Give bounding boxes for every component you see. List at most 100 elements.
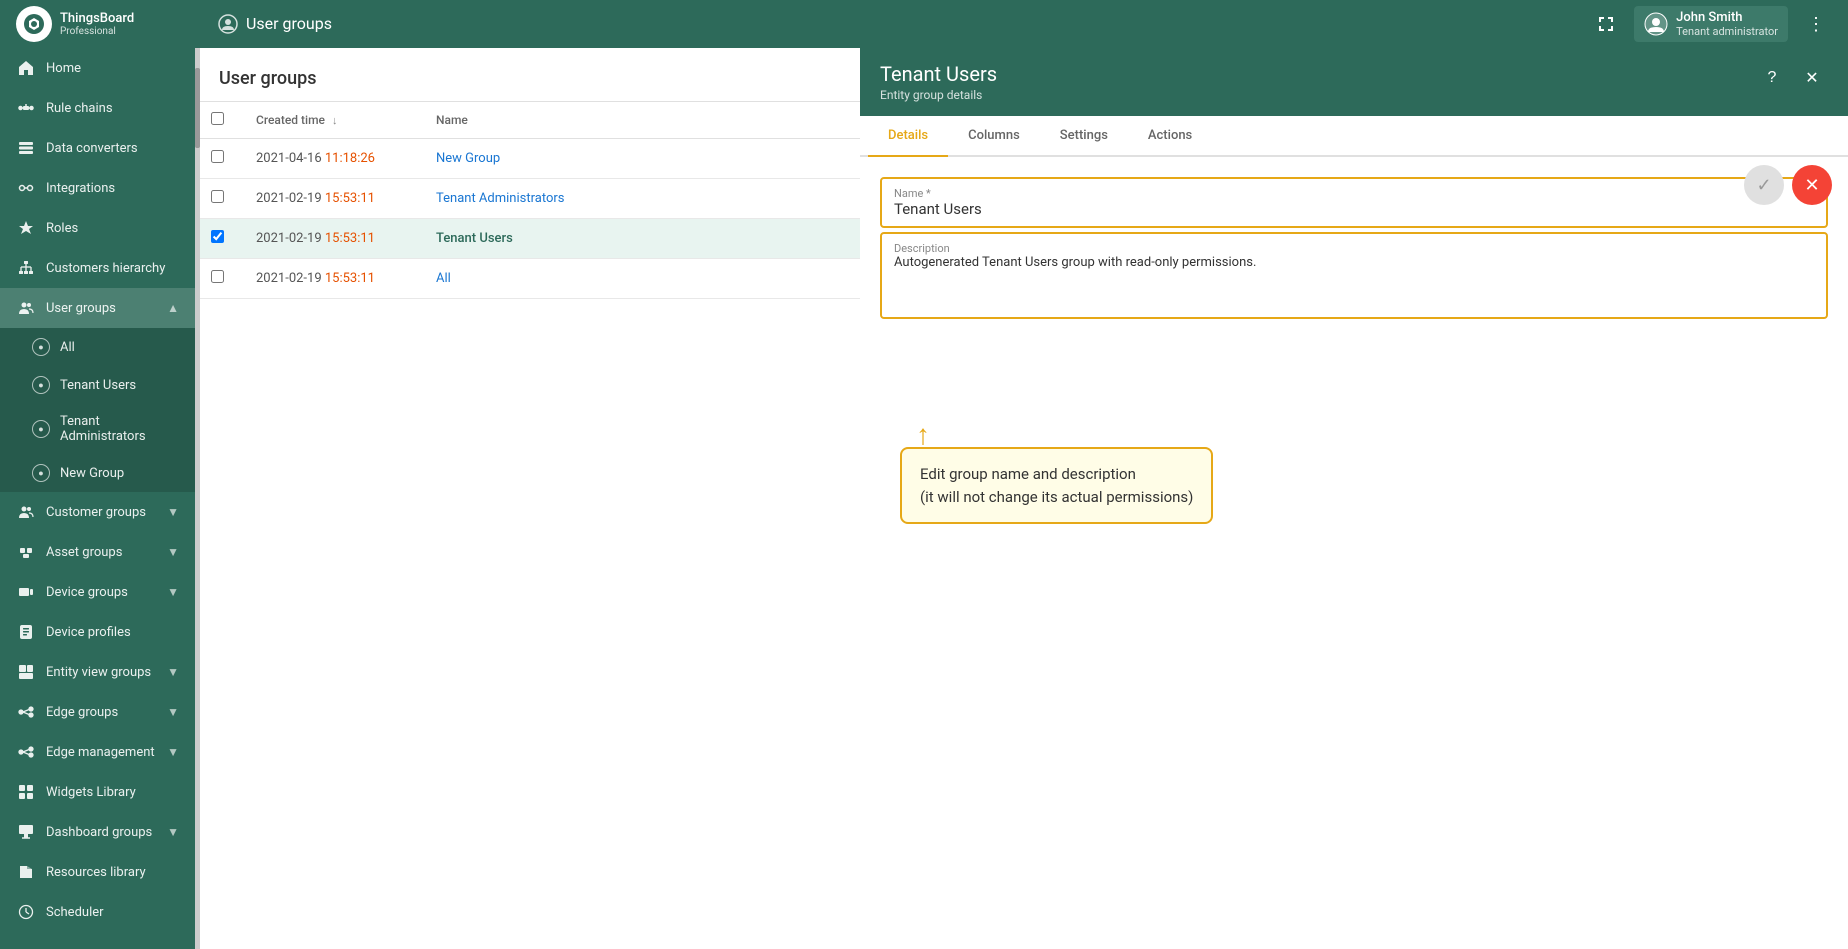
sidebar-item-all[interactable]: ● All — [0, 328, 195, 366]
sidebar-label-home: Home — [46, 61, 81, 76]
row-checkbox[interactable] — [211, 190, 224, 203]
tab-columns[interactable]: Columns — [948, 116, 1040, 157]
content-area: User groups Created time ↓ — [195, 48, 1848, 949]
dashboard-groups-chevron: ▼ — [167, 825, 179, 839]
tenant-users-icon: ● — [32, 376, 50, 394]
sidebar-item-integrations[interactable]: Integrations — [0, 168, 195, 208]
header-title: User groups — [218, 14, 1578, 35]
sidebar-label-asset-groups: Asset groups — [46, 545, 122, 560]
sidebar-label-scheduler: Scheduler — [46, 905, 104, 920]
help-button[interactable]: ? — [1756, 62, 1788, 94]
description-input[interactable]: Autogenerated Tenant Users group with re… — [894, 255, 1814, 305]
row-checkbox[interactable] — [211, 230, 224, 243]
table-content: Created time ↓ Name 2021-04-16 11:18:26 — [195, 102, 860, 949]
sidebar-item-widgets-library[interactable]: Widgets Library — [0, 772, 195, 812]
table-row[interactable]: 2021-02-19 15:53:11 Tenant Users — [195, 219, 860, 259]
device-groups-chevron: ▼ — [167, 585, 179, 599]
edge-management-icon — [16, 742, 36, 762]
device-groups-icon — [16, 582, 36, 602]
sidebar-label-integrations: Integrations — [46, 181, 115, 196]
time-highlight: 15:53:11 — [325, 271, 375, 286]
sidebar-label-dashboard-groups: Dashboard groups — [46, 825, 152, 840]
table-row[interactable]: 2021-02-19 15:53:11 Tenant Administrator… — [195, 179, 860, 219]
description-field-container: Description Autogenerated Tenant Users g… — [880, 232, 1828, 319]
action-buttons: ✓ ✕ — [1744, 165, 1832, 205]
row-checkbox[interactable] — [211, 270, 224, 283]
sidebar-item-tenant-administrators[interactable]: ● Tenant Administrators — [0, 404, 195, 454]
sidebar-item-device-groups[interactable]: Device groups ▼ — [0, 572, 195, 612]
time-highlight: 15:53:11 — [325, 191, 375, 206]
asset-groups-chevron: ▼ — [167, 545, 179, 559]
select-all-checkbox[interactable] — [211, 112, 224, 125]
sidebar-item-edge-management[interactable]: Edge management ▼ — [0, 732, 195, 772]
callout-line1: Edit group name and description — [920, 465, 1136, 483]
sort-icon: ↓ — [332, 114, 338, 127]
user-profile[interactable]: John Smith Tenant administrator — [1634, 6, 1788, 42]
scheduler-icon — [16, 902, 36, 922]
discard-button[interactable]: ✕ — [1792, 165, 1832, 205]
row-checkbox-cell — [195, 259, 240, 299]
sidebar-label-rule-chains: Rule chains — [46, 101, 113, 116]
rule-chains-icon — [16, 98, 36, 118]
asset-groups-icon — [16, 542, 36, 562]
row-checkbox[interactable] — [211, 150, 224, 163]
tab-actions[interactable]: Actions — [1128, 116, 1212, 157]
callout-arrow: ↑ — [916, 421, 930, 449]
more-icon: ⋮ — [1807, 14, 1825, 35]
sidebar-label-data-converters: Data converters — [46, 141, 138, 156]
tab-settings[interactable]: Settings — [1040, 116, 1128, 157]
more-menu-button[interactable]: ⋮ — [1800, 8, 1832, 40]
sidebar-item-user-groups[interactable]: User groups ▲ — [0, 288, 195, 328]
sidebar-item-customer-groups[interactable]: Customer groups ▼ — [0, 492, 195, 532]
col-header-created-time[interactable]: Created time ↓ — [240, 102, 420, 139]
close-icon: ✕ — [1805, 68, 1818, 88]
data-converters-icon — [16, 138, 36, 158]
row-name[interactable]: All — [420, 259, 860, 299]
sidebar: Home Rule chains Data converters Integra… — [0, 48, 195, 949]
row-name[interactable]: New Group — [420, 139, 860, 179]
discard-icon: ✕ — [1804, 175, 1819, 196]
row-created-time: 2021-02-19 15:53:11 — [240, 179, 420, 219]
row-name-link[interactable]: New Group — [436, 151, 500, 166]
details-panel: Tenant Users Entity group details ? ✕ De… — [860, 48, 1848, 949]
sidebar-item-rule-chains[interactable]: Rule chains — [0, 88, 195, 128]
time-highlight: 15:53:11 — [325, 231, 375, 246]
sidebar-item-customers-hierarchy[interactable]: Customers hierarchy — [0, 248, 195, 288]
table-panel: User groups Created time ↓ — [195, 48, 860, 949]
row-checkbox-cell — [195, 139, 240, 179]
table-row[interactable]: 2021-02-19 15:53:11 All — [195, 259, 860, 299]
sidebar-item-entity-view-groups[interactable]: Entity view groups ▼ — [0, 652, 195, 692]
row-name[interactable]: Tenant Users — [420, 219, 860, 259]
sidebar-label-customer-groups: Customer groups — [46, 505, 146, 520]
logo-icon — [16, 6, 52, 42]
check-icon: ✓ — [1756, 175, 1771, 196]
row-name-link[interactable]: Tenant Administrators — [436, 191, 564, 206]
row-name-link[interactable]: Tenant Users — [436, 231, 513, 246]
sidebar-item-tenant-users[interactable]: ● Tenant Users — [0, 366, 195, 404]
sidebar-item-scheduler[interactable]: Scheduler — [0, 892, 195, 932]
sidebar-item-data-converters[interactable]: Data converters — [0, 128, 195, 168]
row-name[interactable]: Tenant Administrators — [420, 179, 860, 219]
confirm-button[interactable]: ✓ — [1744, 165, 1784, 205]
sidebar-item-resources-library[interactable]: Resources library — [0, 852, 195, 892]
name-input[interactable] — [894, 200, 1814, 218]
sidebar-item-edge-groups[interactable]: Edge groups ▼ — [0, 692, 195, 732]
edge-groups-icon — [16, 702, 36, 722]
fullscreen-button[interactable] — [1590, 8, 1622, 40]
description-field-label: Description — [894, 242, 1814, 255]
close-panel-button[interactable]: ✕ — [1796, 62, 1828, 94]
sidebar-item-new-group[interactable]: ● New Group — [0, 454, 195, 492]
sidebar-label-widgets-library: Widgets Library — [46, 785, 136, 800]
sidebar-label-user-groups: User groups — [46, 301, 116, 316]
table-row[interactable]: 2021-04-16 11:18:26 New Group — [195, 139, 860, 179]
tab-details[interactable]: Details — [868, 116, 948, 157]
row-name-link[interactable]: All — [436, 271, 451, 286]
user-name: John Smith — [1676, 10, 1778, 25]
sidebar-item-roles[interactable]: Roles — [0, 208, 195, 248]
sidebar-item-home[interactable]: Home — [0, 48, 195, 88]
col-header-name[interactable]: Name — [420, 102, 860, 139]
sidebar-label-roles: Roles — [46, 221, 78, 236]
sidebar-item-asset-groups[interactable]: Asset groups ▼ — [0, 532, 195, 572]
sidebar-item-device-profiles[interactable]: Device profiles — [0, 612, 195, 652]
sidebar-item-dashboard-groups[interactable]: Dashboard groups ▼ — [0, 812, 195, 852]
